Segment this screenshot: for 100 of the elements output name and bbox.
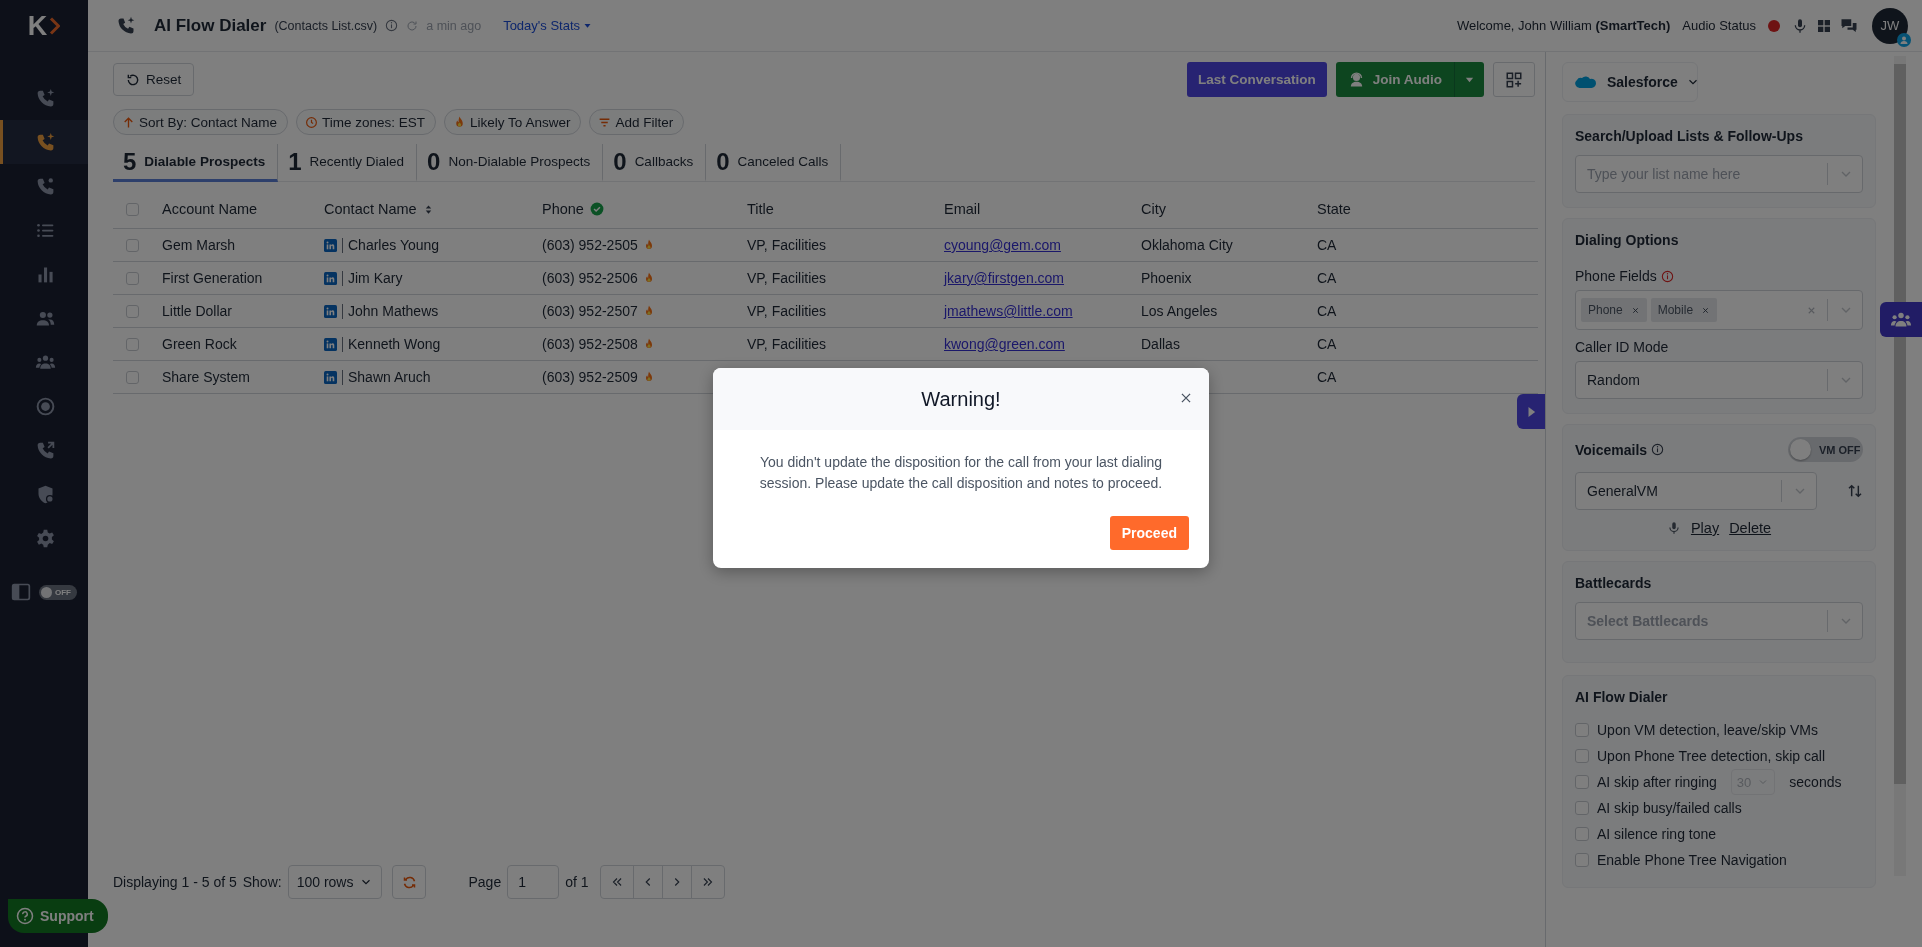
voicemail-toggle[interactable]: VM OFF (1788, 437, 1863, 462)
table-cell: CA (1317, 270, 1337, 286)
refresh-icon (406, 19, 419, 32)
tab[interactable]: 1 Recently Dialed (278, 144, 418, 182)
phone-sparkle-icon (35, 131, 56, 153)
table-cell: Charles Young (348, 237, 440, 253)
table-cell: VP, Facilities (747, 270, 827, 286)
next-page-button[interactable] (661, 865, 692, 899)
voicemail-select[interactable]: GeneralVM (1575, 472, 1817, 510)
row-checkbox[interactable] (126, 304, 139, 318)
caller-id-select[interactable]: Random (1575, 361, 1863, 399)
checkbox[interactable] (1575, 723, 1589, 737)
join-audio-button[interactable]: Join Audio (1335, 62, 1454, 97)
email-link[interactable]: jkary@firstgen.com (944, 270, 1065, 286)
table-cell: Kenneth Wong (348, 336, 441, 352)
table-cell: First Generation (162, 270, 263, 286)
close-icon (1179, 391, 1193, 405)
select-all-checkbox[interactable] (126, 202, 139, 216)
info-icon (1651, 443, 1665, 456)
column-header: City (1141, 201, 1166, 217)
refresh-button[interactable] (392, 865, 427, 899)
dropdown-button[interactable] (1454, 62, 1484, 97)
status-dot (1768, 19, 1780, 32)
table-cell: (603) 952-2506 (542, 270, 638, 286)
previous-page-button[interactable] (632, 865, 663, 899)
badge-icon (1897, 32, 1911, 47)
crm-select[interactable]: Salesforce (1562, 62, 1698, 102)
option-label: AI skip after ringing (1597, 774, 1717, 790)
last-conversation-button[interactable]: Last Conversation (1186, 62, 1327, 97)
contacts-panel-button[interactable] (1880, 302, 1922, 337)
table-cell: (603) 952-2509 (542, 369, 638, 385)
play-link[interactable]: Play (1690, 520, 1720, 536)
checkbox[interactable] (1575, 827, 1589, 841)
page-input[interactable]: 1 (507, 865, 560, 899)
delete-link[interactable]: Delete (1729, 520, 1772, 536)
section-title: Dialing Options (1574, 231, 1680, 250)
tab[interactable]: 5 Dialable Prospects (113, 144, 279, 182)
option-label: Upon Phone Tree detection, skip call (1597, 748, 1826, 764)
filter-chip[interactable]: Add Filter (589, 109, 685, 135)
panel-toggle[interactable]: OFF (39, 584, 77, 600)
collapse-panel-button[interactable] (1517, 394, 1545, 429)
checkbox[interactable] (1575, 853, 1589, 867)
column-header: State (1317, 201, 1351, 217)
add-widget-button[interactable] (1493, 62, 1535, 97)
checkbox[interactable] (1575, 775, 1589, 789)
check-circle-icon (589, 202, 604, 216)
linkedin-icon (324, 271, 337, 285)
settings-icon (35, 527, 56, 549)
section-title: Search/Upload Lists & Follow-Ups (1574, 127, 1804, 146)
option-label: Enable Phone Tree Navigation (1597, 852, 1787, 868)
dialog-message: You didn't update the disposition for the call from your last dialing session. Please update the call disposition and notes to proceed. (758, 453, 1164, 493)
sidebar-panel-icon (11, 582, 31, 602)
proceed-button[interactable]: Proceed (1109, 516, 1189, 550)
reset-button[interactable]: Reset (113, 63, 195, 96)
app-logo[interactable]: K (0, 0, 88, 52)
rows-per-page-select[interactable]: 100 rows (287, 865, 383, 899)
tab[interactable]: 0 Non-Dialable Prospects (417, 144, 604, 182)
info-icon (1660, 269, 1674, 283)
chat-icon (1840, 16, 1858, 35)
email-link[interactable]: kwong@green.com (944, 336, 1065, 352)
reset-icon (126, 72, 140, 87)
row-checkbox[interactable] (126, 271, 139, 285)
row-checkbox[interactable] (126, 238, 139, 252)
tag[interactable]: Phone (1581, 298, 1647, 322)
table-cell: VP, Facilities (747, 303, 827, 319)
scrollbar[interactable] (1894, 56, 1906, 876)
table-cell: Jim Kary (348, 270, 403, 286)
section-title: Battlecards (1574, 574, 1653, 593)
arrow-up-icon (122, 115, 135, 129)
chevron-icon (48, 15, 61, 37)
filter-chip[interactable]: Sort By: Contact Name (113, 109, 289, 135)
stats-link[interactable]: Today's Stats (503, 18, 593, 33)
phone-sparkle-icon (35, 87, 56, 109)
tab[interactable]: 0 Callbacks (603, 144, 707, 182)
checkbox[interactable] (1575, 801, 1589, 815)
table-cell: Oklahoma City (1141, 237, 1233, 253)
row-checkbox[interactable] (126, 370, 139, 384)
clock-icon (305, 115, 319, 129)
sidebar-item[interactable] (0, 120, 88, 164)
user-avatar[interactable]: JW (1872, 7, 1908, 44)
option-label: AI skip busy/failed calls (1597, 800, 1742, 816)
email-link[interactable]: cyoung@gem.com (944, 237, 1061, 253)
phone-fields-select[interactable]: Phone Mobile (1575, 290, 1863, 330)
last-page-button[interactable] (690, 865, 725, 899)
help-icon (16, 907, 34, 925)
filter-chip[interactable]: Time zones: EST (296, 109, 437, 135)
support-button[interactable]: Support (8, 899, 108, 933)
row-checkbox[interactable] (126, 337, 139, 351)
first-page-button[interactable] (599, 865, 634, 899)
option-label: Upon VM detection, leave/skip VMs (1597, 722, 1818, 738)
welcome-text: Welcome, John William (SmartTech) (1456, 18, 1671, 33)
close-button[interactable] (1179, 391, 1193, 405)
tag[interactable]: Mobile (1650, 298, 1718, 322)
microphone-icon (1666, 520, 1681, 536)
checkbox[interactable] (1575, 749, 1589, 763)
tab[interactable]: 0 Canceled Calls (706, 144, 842, 182)
filter-chip[interactable]: Likely To Answer (444, 109, 582, 135)
email-link[interactable]: jmathews@little.com (944, 303, 1073, 319)
section-title: Voicemails (1575, 441, 1648, 458)
table-cell: Dallas (1141, 336, 1180, 352)
